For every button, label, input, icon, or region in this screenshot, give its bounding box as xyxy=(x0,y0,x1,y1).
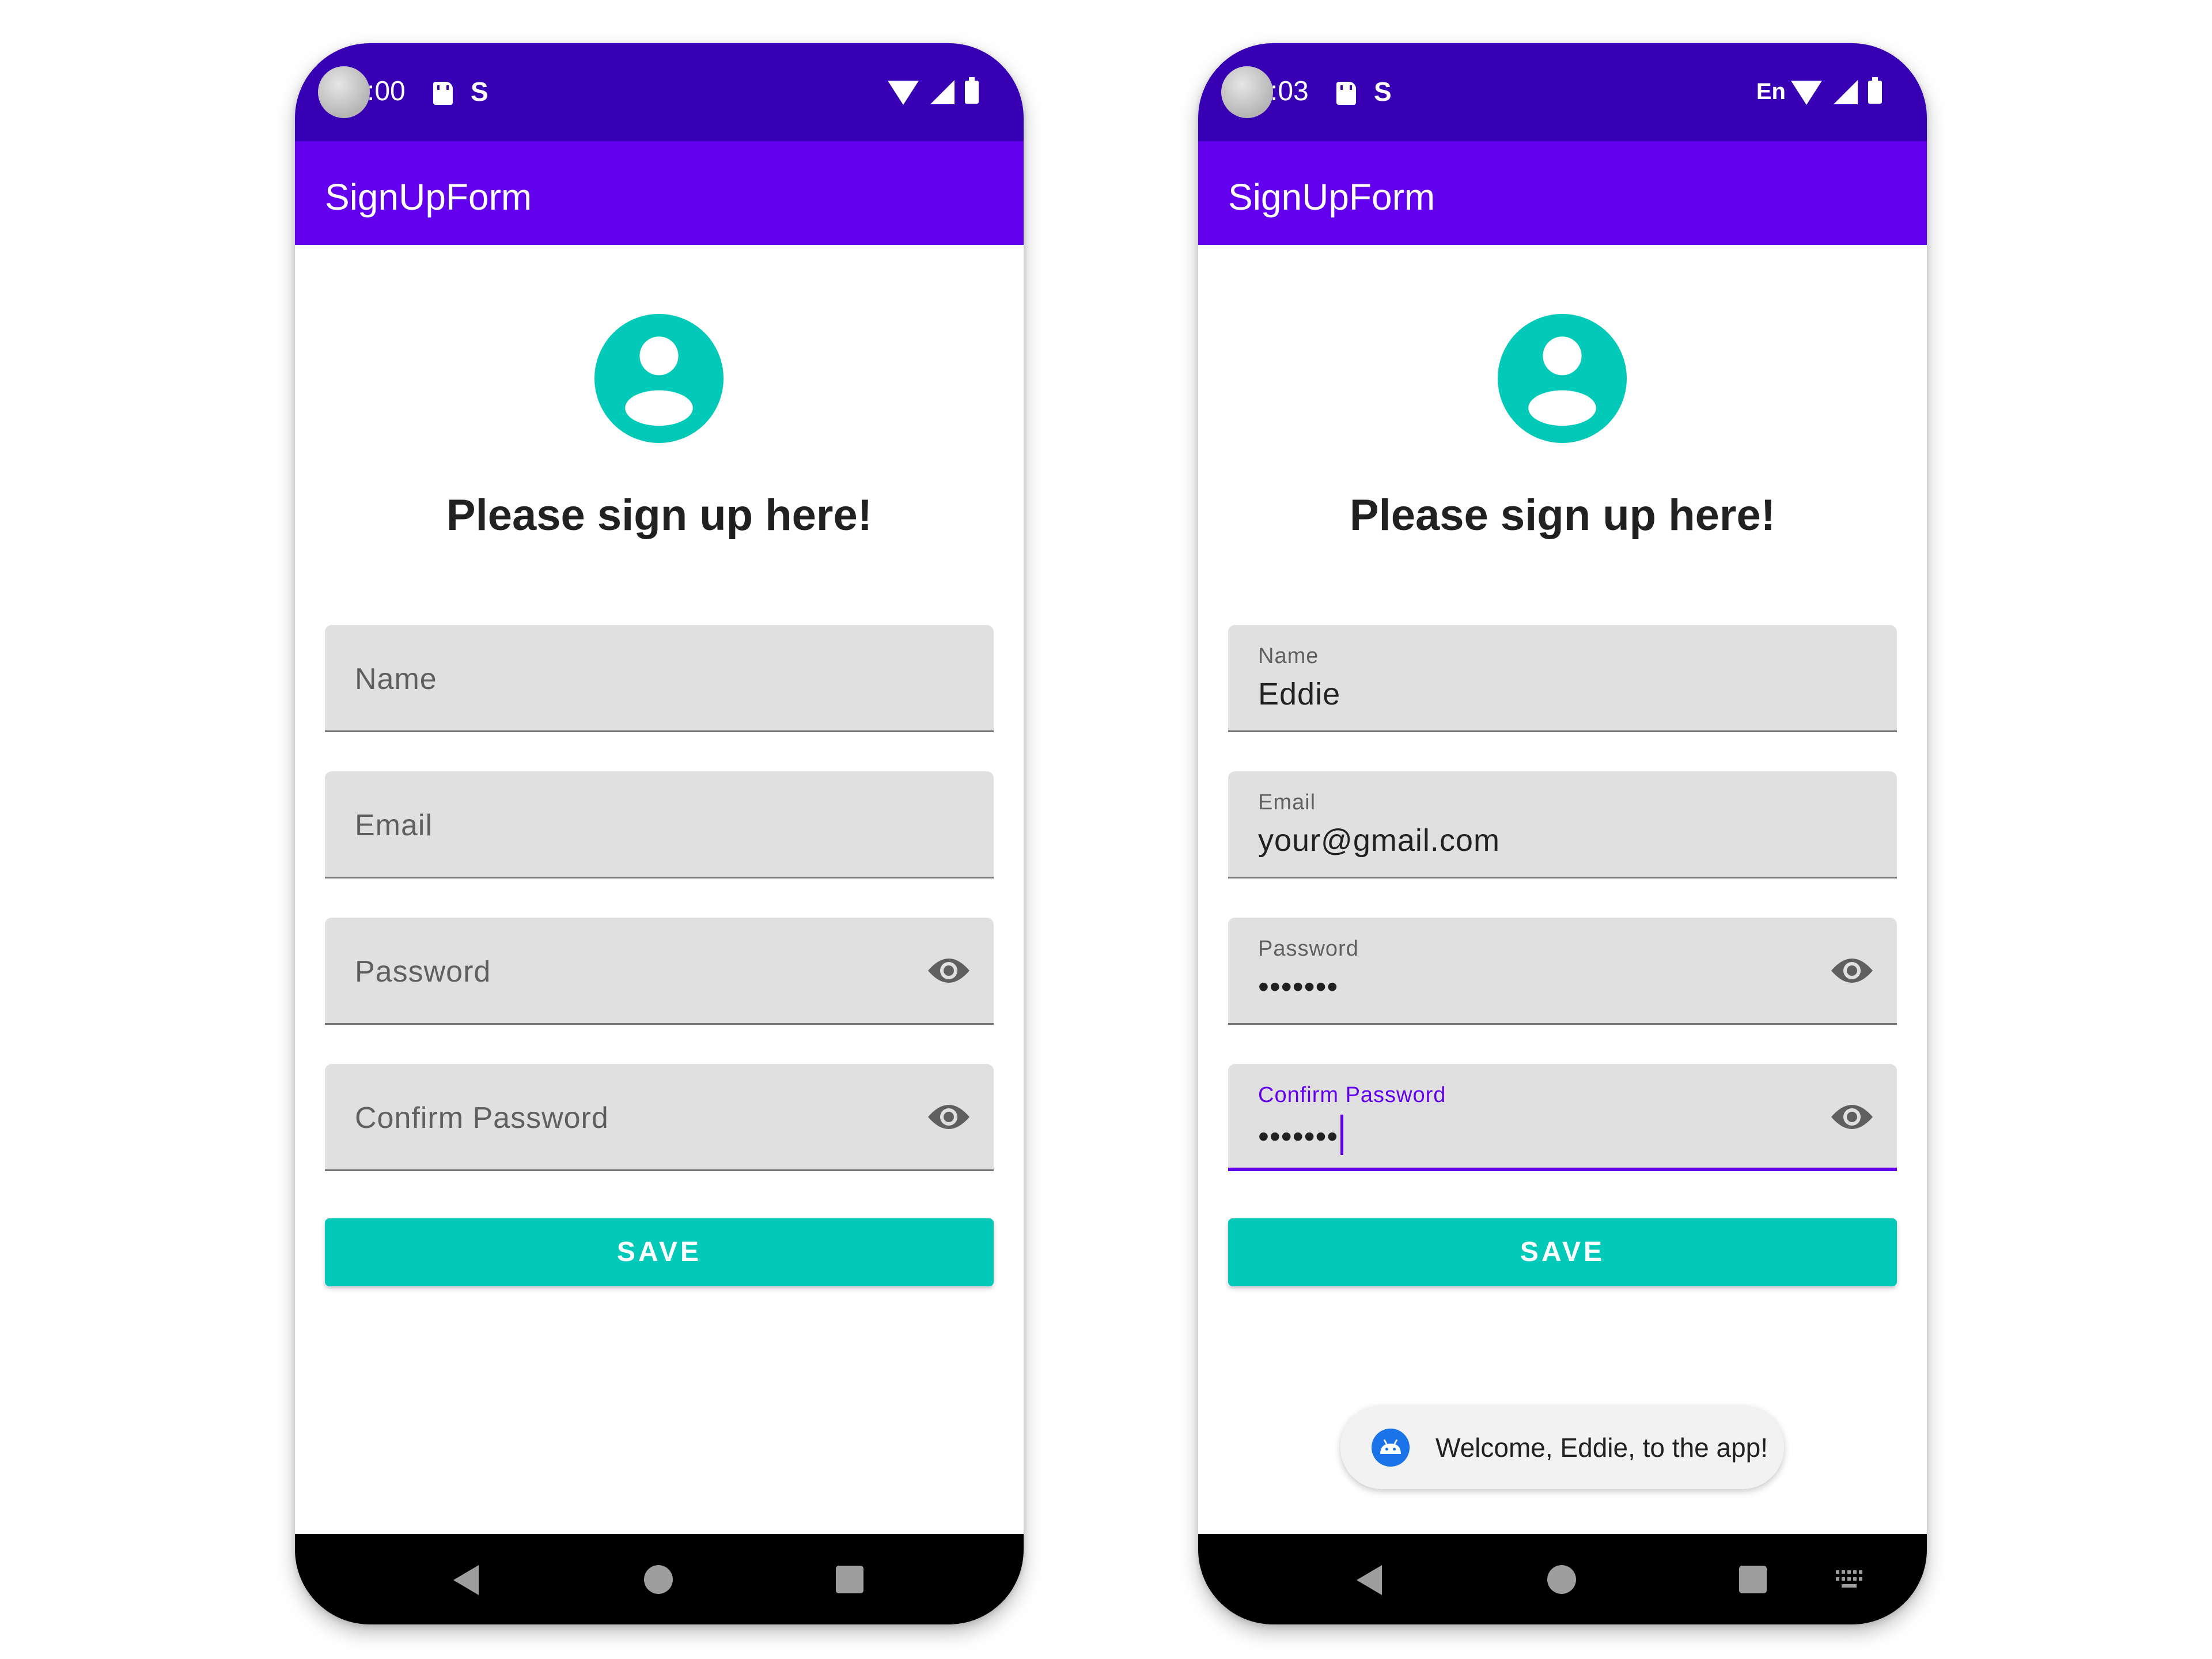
confirm-password-field[interactable]: Confirm Password xyxy=(325,1064,994,1171)
signal-icon xyxy=(930,80,955,104)
email-label: Email xyxy=(1258,790,1316,815)
name-label: Name xyxy=(1258,644,1319,668)
wifi-icon xyxy=(888,81,919,105)
signal-icon xyxy=(1834,80,1858,104)
sd-card-icon xyxy=(1336,82,1356,105)
save-button[interactable]: SAVE xyxy=(1228,1218,1897,1286)
eye-icon[interactable] xyxy=(1830,1100,1874,1134)
status-time: :00 xyxy=(367,76,406,107)
status-bar: :03 S En xyxy=(1198,43,1927,141)
android-icon xyxy=(1372,1429,1410,1467)
navigation-bar xyxy=(295,1534,1024,1624)
home-icon[interactable] xyxy=(644,1565,673,1594)
app-bar: SignUpForm xyxy=(295,141,1024,245)
email-placeholder: Email xyxy=(355,809,433,842)
account-circle-icon xyxy=(594,314,724,443)
recents-icon[interactable] xyxy=(836,1566,863,1593)
status-bar: :00 S xyxy=(295,43,1024,141)
back-icon[interactable] xyxy=(1357,1565,1382,1595)
phone-screen-filled-form: :03 S En SignUpForm Please sign up here!… xyxy=(1198,43,1927,1624)
name-placeholder: Name xyxy=(355,662,437,696)
home-icon[interactable] xyxy=(1547,1565,1576,1594)
email-field[interactable]: Email xyxy=(325,771,994,878)
toast-text: Welcome, Eddie, to the app! xyxy=(1435,1433,1768,1463)
email-field[interactable]: Email your@gmail.com xyxy=(1228,771,1897,878)
password-label: Password xyxy=(1258,937,1359,961)
camera-cutout xyxy=(1221,66,1273,118)
account-circle-icon xyxy=(1498,314,1627,443)
back-icon[interactable] xyxy=(453,1565,479,1595)
password-placeholder: Password xyxy=(355,955,491,988)
eye-icon[interactable] xyxy=(927,1100,971,1134)
phone-screen-empty-form: :00 S SignUpForm Please sign up here! Na… xyxy=(295,43,1024,1624)
confirm-password-label: Confirm Password xyxy=(1258,1083,1446,1107)
email-value: your@gmail.com xyxy=(1258,823,1500,858)
save-button[interactable]: SAVE xyxy=(325,1218,994,1286)
name-value: Eddie xyxy=(1258,677,1341,711)
password-field[interactable]: Password ••••••• xyxy=(1228,918,1897,1025)
page-heading: Please sign up here! xyxy=(1349,491,1776,540)
navigation-bar xyxy=(1198,1534,1927,1624)
name-field[interactable]: Name Eddie xyxy=(1228,625,1897,732)
app-title: SignUpForm xyxy=(325,176,532,218)
confirm-password-placeholder: Confirm Password xyxy=(355,1101,609,1135)
sd-card-icon xyxy=(433,82,453,105)
confirm-password-input[interactable]: ••••••• xyxy=(1258,1115,1344,1155)
s-notification-icon: S xyxy=(471,77,488,107)
recents-icon[interactable] xyxy=(1739,1566,1767,1593)
battery-icon xyxy=(1868,77,1882,104)
confirm-password-value: ••••••• xyxy=(1258,1119,1339,1154)
confirm-password-field[interactable]: Confirm Password ••••••• xyxy=(1228,1064,1897,1171)
keyboard-icon[interactable] xyxy=(1835,1569,1865,1589)
page-heading: Please sign up here! xyxy=(446,491,873,540)
language-indicator: En xyxy=(1756,79,1786,104)
password-field[interactable]: Password xyxy=(325,918,994,1025)
password-value: ••••••• xyxy=(1258,969,1339,1004)
app-title: SignUpForm xyxy=(1228,176,1435,218)
text-caret xyxy=(1340,1115,1344,1155)
toast-message: Welcome, Eddie, to the app! xyxy=(1340,1406,1784,1489)
camera-cutout xyxy=(318,66,370,118)
eye-icon[interactable] xyxy=(1830,953,1874,988)
s-notification-icon: S xyxy=(1374,77,1392,107)
eye-icon[interactable] xyxy=(927,953,971,988)
wifi-icon xyxy=(1791,81,1822,105)
status-time: :03 xyxy=(1270,76,1309,107)
name-field[interactable]: Name xyxy=(325,625,994,732)
app-bar: SignUpForm xyxy=(1198,141,1927,245)
battery-icon xyxy=(965,77,979,104)
